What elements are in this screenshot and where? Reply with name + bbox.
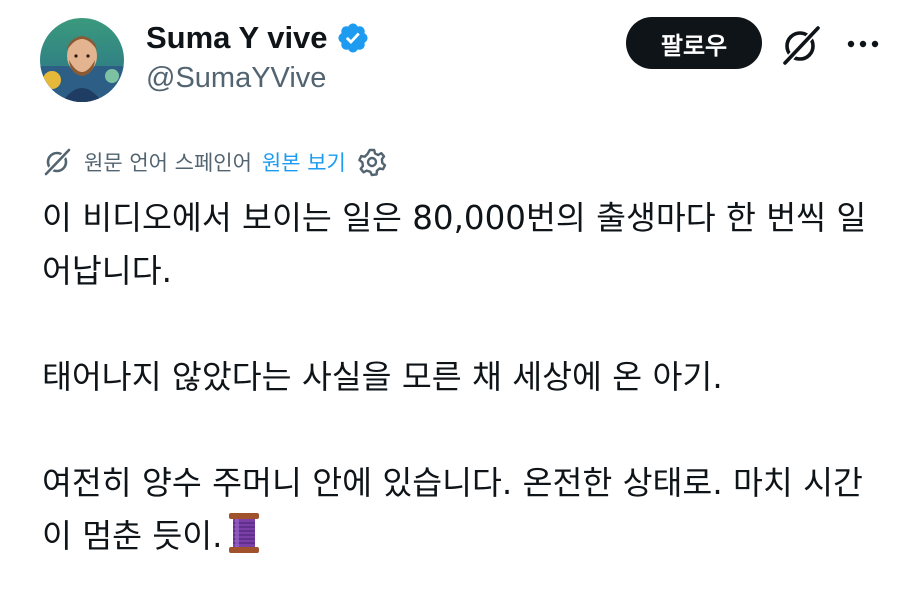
translation-info: 원문 언어 스페인어 원본 보기 xyxy=(42,145,388,179)
author-display-name[interactable]: Suma Y vive xyxy=(146,20,328,56)
avatar[interactable] xyxy=(40,18,124,102)
follow-button[interactable]: 팔로우 xyxy=(626,17,762,69)
author-handle[interactable]: @SumaYVive xyxy=(146,62,326,95)
post-paragraph-text: 여전히 양수 주머니 안에 있습니다. 온전한 상태로. 마치 시간이 멈춘 듯… xyxy=(42,464,863,555)
grok-icon xyxy=(44,148,71,176)
show-original-link[interactable]: 원본 보기 xyxy=(262,147,346,177)
post-view: Suma Y vive @SumaYVive 팔로우 원문 언어 스페인어 원본… xyxy=(0,0,920,591)
translation-source-label: 원문 언어 스페인어 xyxy=(84,151,252,175)
verified-badge-icon xyxy=(338,23,368,53)
grok-icon[interactable] xyxy=(778,24,824,66)
avatar-image xyxy=(40,18,124,102)
post-paragraph: 이 비디오에서 보이는 일은 80,000번의 출생마다 한 번씩 일어납니다. xyxy=(42,199,867,290)
thread-spool-emoji xyxy=(228,513,259,553)
more-icon[interactable] xyxy=(843,30,883,58)
post-text: 이 비디오에서 보이는 일은 80,000번의 출생마다 한 번씩 일어납니다.… xyxy=(42,192,892,591)
gear-icon[interactable] xyxy=(356,146,388,178)
post-paragraph: 여전히 양수 주머니 안에 있습니다. 온전한 상태로. 마치 시간이 멈춘 듯… xyxy=(42,457,892,563)
post-paragraph: 태어나지 않았다는 사실을 모른 채 세상에 온 아기. xyxy=(42,358,723,396)
author-name-row[interactable]: Suma Y vive xyxy=(146,18,370,58)
